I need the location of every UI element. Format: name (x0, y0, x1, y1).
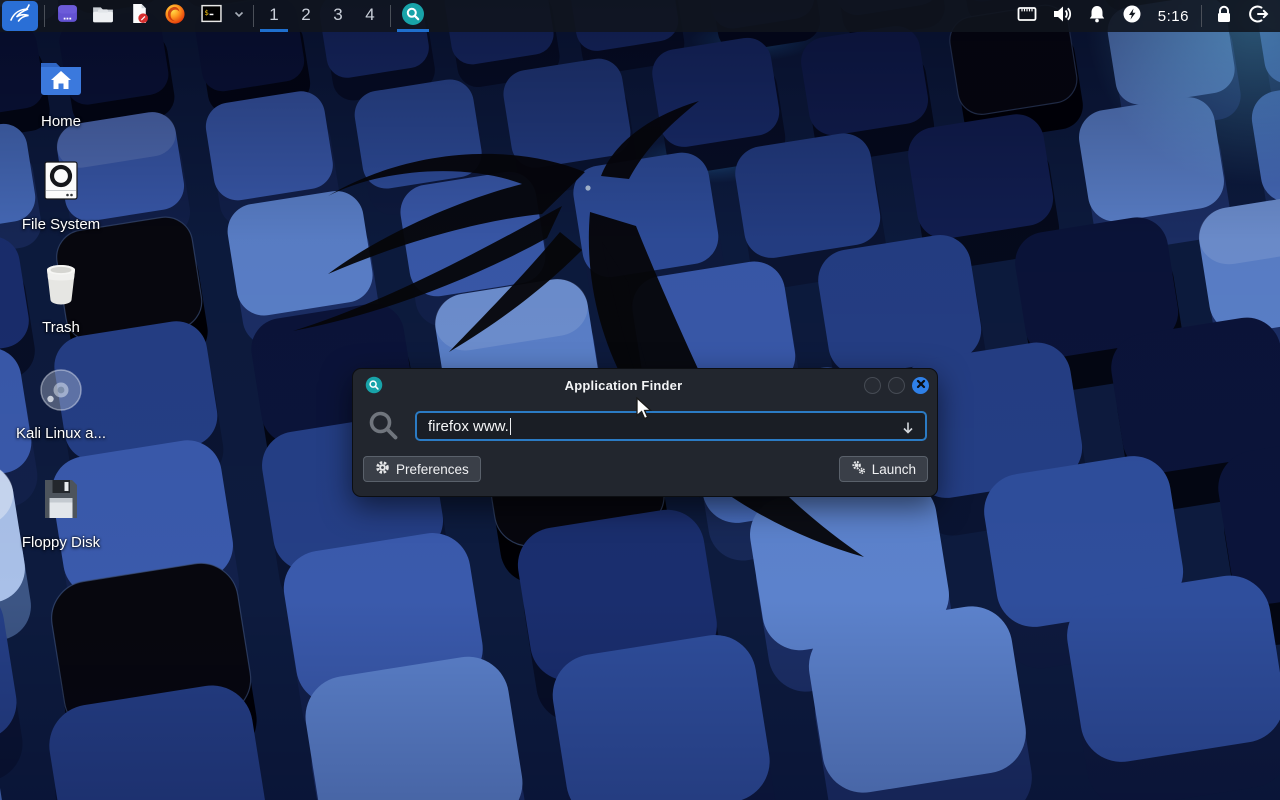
panel-separator (253, 5, 254, 27)
terminal-icon: $ (201, 3, 222, 29)
chevron-down-icon (233, 7, 245, 25)
desktop-icon-label: File System (22, 216, 100, 233)
workspace-button-2[interactable]: 2 (290, 0, 322, 32)
window-title: Application Finder (383, 378, 864, 393)
search-input[interactable]: firefox www. (415, 411, 927, 441)
close-icon (916, 376, 926, 394)
clock[interactable]: 5:16 (1150, 0, 1197, 32)
lock-screen-button[interactable] (1206, 0, 1241, 32)
preferences-label: Preferences (396, 462, 469, 477)
history-dropdown-arrow-icon[interactable] (900, 420, 916, 436)
launch-label: Launch (872, 462, 916, 477)
workspace-number: 4 (365, 5, 374, 25)
desktop-icon-floppy-disk[interactable]: Floppy Disk (8, 475, 114, 551)
active-task-indicator (397, 29, 429, 32)
applications-menu-button[interactable] (2, 1, 38, 31)
desktop: $ 1 2 3 4 (0, 0, 1280, 800)
top-panel: $ 1 2 3 4 (0, 0, 1280, 32)
launcher-terminal[interactable]: $ (193, 0, 229, 32)
workspace-button-3[interactable]: 3 (322, 0, 354, 32)
search-icon (367, 409, 401, 443)
logout-icon (1248, 3, 1270, 30)
power-manager-tray-button[interactable] (1115, 0, 1150, 32)
workspace-number: 1 (269, 5, 278, 25)
launcher-firefox-browser[interactable] (157, 0, 193, 32)
app-finder-icon (365, 376, 383, 394)
logout-button[interactable] (1241, 0, 1276, 32)
workspace-switcher: 1 2 3 4 (258, 0, 386, 32)
active-workspace-indicator (260, 29, 288, 32)
workspace-button-4[interactable]: 4 (354, 0, 386, 32)
folder-icon (92, 3, 114, 30)
workspace-number: 3 (333, 5, 342, 25)
workspace-button-1[interactable]: 1 (258, 0, 290, 32)
panel-right-group: 5:16 (1010, 0, 1280, 32)
maximize-button[interactable] (888, 377, 905, 394)
launcher-terminal-emulator[interactable] (49, 0, 85, 32)
application-finder-window: Application Finder firefox www. (352, 368, 938, 497)
desktop-icon-label: Floppy Disk (22, 534, 100, 551)
dialog-button-row: Preferences Launch (353, 443, 937, 482)
home-folder-icon (37, 54, 85, 102)
launch-button[interactable]: Launch (839, 456, 928, 482)
volume-icon (1051, 3, 1073, 30)
launcher-dropdown-button[interactable] (229, 0, 249, 32)
app-finder-icon (401, 2, 425, 31)
kali-disc-icon (37, 366, 85, 414)
preferences-button[interactable]: Preferences (363, 456, 481, 482)
desktop-icon-file-system[interactable]: File System (8, 157, 114, 233)
network-ethernet-icon (1016, 3, 1038, 30)
text-caret (510, 418, 512, 435)
run-gears-icon (851, 460, 866, 478)
desktop-icon-kali-linux-a[interactable]: Kali Linux a... (8, 366, 114, 442)
window-purple-icon (57, 3, 78, 29)
desktop-icon-label: Trash (42, 319, 80, 336)
trash-icon (37, 260, 85, 308)
panel-separator (390, 5, 391, 27)
lock-icon (1213, 3, 1235, 30)
desktop-icon-label: Kali Linux a... (16, 425, 106, 442)
bell-icon (1086, 3, 1108, 30)
document-edit-icon (129, 3, 150, 29)
network-tray-button[interactable] (1010, 0, 1045, 32)
file-system-icon (37, 157, 85, 205)
launcher-text-editor[interactable] (121, 0, 157, 32)
taskbar-application-finder[interactable] (395, 0, 431, 32)
power-lightning-icon (1121, 3, 1143, 30)
panel-separator (44, 5, 45, 27)
minimize-button[interactable] (864, 377, 881, 394)
search-input-value: firefox www. (428, 418, 509, 435)
mouse-cursor (636, 397, 658, 421)
firefox-icon (164, 3, 186, 30)
notifications-tray-button[interactable] (1080, 0, 1115, 32)
desktop-icon-home[interactable]: Home (8, 54, 114, 130)
desktop-icon-trash[interactable]: Trash (8, 260, 114, 336)
kali-logo-icon (7, 1, 33, 32)
panel-separator (1201, 5, 1202, 27)
desktop-icon-label: Home (41, 113, 81, 130)
svg-text:$: $ (204, 8, 208, 17)
launcher-group: $ (49, 0, 229, 32)
launcher-file-manager[interactable] (85, 0, 121, 32)
volume-tray-button[interactable] (1045, 0, 1080, 32)
floppy-icon (37, 475, 85, 523)
workspace-number: 2 (301, 5, 310, 25)
close-button[interactable] (912, 377, 929, 394)
window-controls (864, 377, 929, 394)
panel-left-group: $ 1 2 3 4 (0, 0, 431, 32)
gear-icon (375, 460, 390, 478)
